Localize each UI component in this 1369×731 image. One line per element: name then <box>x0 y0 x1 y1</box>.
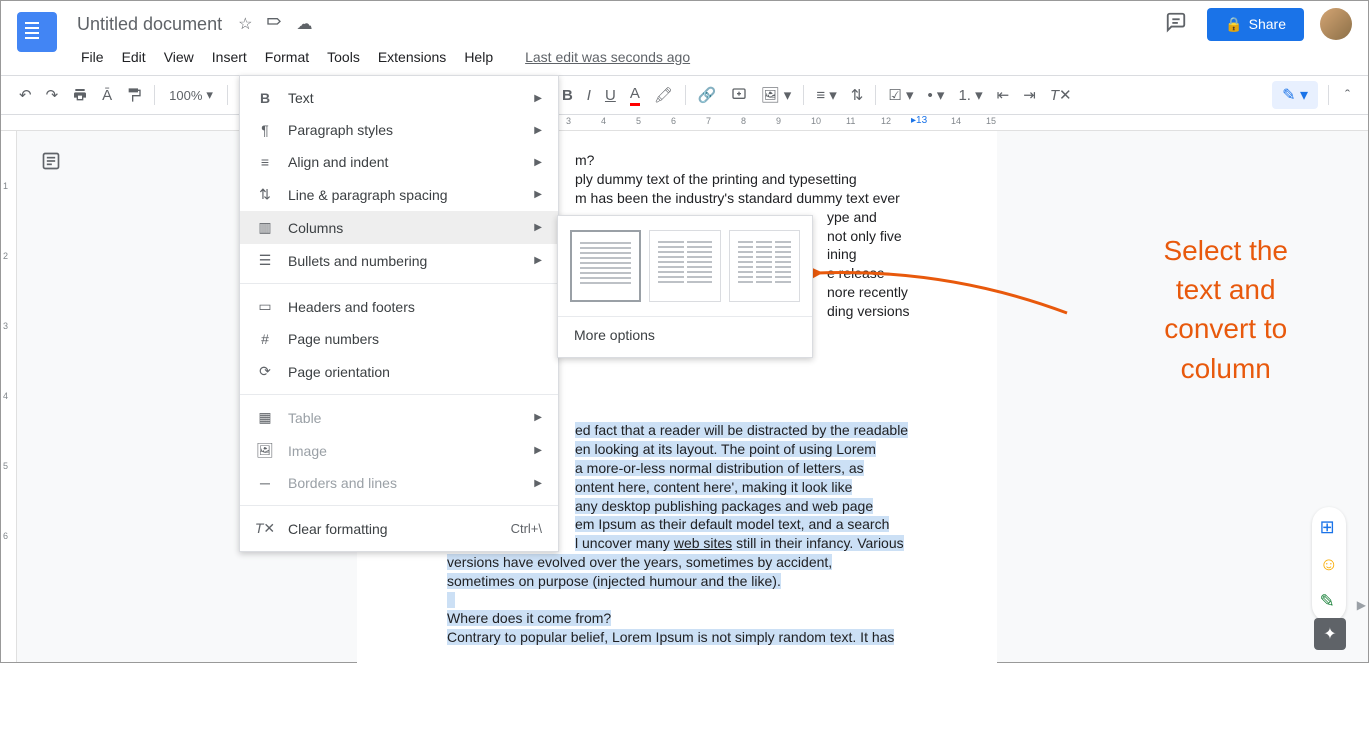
menu-page-orientation[interactable]: ⟳Page orientation <box>240 355 558 388</box>
suggest-edits-icon[interactable]: ✎ <box>1320 591 1338 612</box>
menu-image: 🖼Image▶ <box>240 434 558 467</box>
menu-format[interactable]: Format <box>259 45 315 69</box>
undo-icon[interactable]: ↶ <box>13 82 38 108</box>
menu-line-spacing[interactable]: ⇅Line & paragraph spacing▶ <box>240 178 558 211</box>
add-comment-icon[interactable] <box>725 83 753 107</box>
clear-formatting-icon[interactable]: T✕ <box>1044 82 1078 108</box>
menu-paragraph-styles[interactable]: ¶Paragraph styles▶ <box>240 114 558 146</box>
horizontal-ruler[interactable]: 1 2 3 4 5 6 7 8 9 10 11 12 ▸13 14 15 <box>1 115 1368 131</box>
share-button[interactable]: 🔒 Share <box>1207 8 1304 41</box>
menu-table: ▦Table▶ <box>240 401 558 434</box>
menu-file[interactable]: File <box>75 45 110 69</box>
menu-extensions[interactable]: Extensions <box>372 45 452 69</box>
bulleted-list-icon[interactable]: • ▾ <box>922 82 951 108</box>
account-avatar[interactable] <box>1320 8 1352 40</box>
menu-clear-formatting[interactable]: T✕Clear formattingCtrl+\ <box>240 512 558 545</box>
lock-icon: 🔒 <box>1225 16 1242 33</box>
highlight-icon[interactable]: 🖍 <box>648 82 679 108</box>
explore-button[interactable]: ✦ <box>1314 618 1346 650</box>
menu-help[interactable]: Help <box>458 45 499 69</box>
star-icon[interactable]: ☆ <box>238 14 252 35</box>
columns-option-2[interactable] <box>649 230 720 302</box>
columns-more-options[interactable]: More options <box>570 317 800 357</box>
emoji-reaction-icon[interactable]: ☺ <box>1320 554 1338 575</box>
columns-option-3[interactable] <box>729 230 800 302</box>
text-color-icon[interactable]: A <box>624 81 646 110</box>
insert-image-icon[interactable]: 🖼 ▾ <box>755 82 798 108</box>
menu-insert[interactable]: Insert <box>206 45 253 69</box>
align-icon[interactable]: ≡ ▾ <box>810 82 842 108</box>
italic-icon[interactable]: I <box>581 83 597 108</box>
comment-history-icon[interactable] <box>1165 11 1187 38</box>
menu-view[interactable]: View <box>158 45 200 69</box>
menu-columns[interactable]: ▥Columns▶ <box>240 211 558 244</box>
columns-submenu: More options <box>557 215 813 358</box>
scroll-right-icon[interactable]: ▶ <box>1357 598 1366 612</box>
menu-edit[interactable]: Edit <box>116 45 152 69</box>
decrease-indent-icon[interactable]: ⇤ <box>991 82 1016 108</box>
zoom-select[interactable]: 100% ▾ <box>161 83 221 107</box>
menu-headers-footers[interactable]: ▭Headers and footers <box>240 290 558 323</box>
menu-bullets-numbering[interactable]: ☰Bullets and numbering▶ <box>240 244 558 277</box>
numbered-list-icon[interactable]: 1. ▾ <box>952 82 988 108</box>
add-comment-side-icon[interactable]: ⊞ <box>1320 517 1338 538</box>
editing-mode-button[interactable]: ✎ ▾ <box>1272 81 1318 109</box>
paint-format-icon[interactable] <box>120 83 148 107</box>
spellcheck-icon[interactable]: Ā <box>96 83 118 108</box>
move-icon[interactable] <box>266 14 282 35</box>
menu-borders-lines: ─Borders and lines▶ <box>240 467 558 499</box>
insert-link-icon[interactable]: 🔗 <box>692 82 723 108</box>
document-title[interactable]: Untitled document <box>77 14 222 35</box>
docs-logo-icon[interactable] <box>17 12 57 52</box>
menu-text[interactable]: BText▶ <box>240 82 558 114</box>
format-dropdown-menu: BText▶ ¶Paragraph styles▶ ≡Align and ind… <box>239 75 559 552</box>
menu-page-numbers[interactable]: #Page numbers <box>240 323 558 355</box>
vertical-ruler[interactable]: 1 2 3 4 5 6 <box>1 131 17 662</box>
bold-icon[interactable]: B <box>556 83 579 108</box>
annotation-text: Select the text and convert to column <box>1163 231 1288 388</box>
toolbar: ↶ ↷ Ā 100% ▾ B I U A 🖍 🔗 🖼 ▾ ≡ ▾ ⇅ ☑ ▾ •… <box>1 75 1368 115</box>
last-edit-link[interactable]: Last edit was seconds ago <box>519 45 696 69</box>
side-tools: ⊞ ☺ ✎ <box>1312 507 1346 622</box>
checklist-icon[interactable]: ☑ ▾ <box>882 82 919 108</box>
columns-option-1[interactable] <box>570 230 641 302</box>
print-icon[interactable] <box>66 83 94 107</box>
hide-menus-icon[interactable]: ˆ <box>1339 83 1356 108</box>
document-outline-icon[interactable] <box>41 151 61 176</box>
line-spacing-icon[interactable]: ⇅ <box>845 82 870 108</box>
increase-indent-icon[interactable]: ⇥ <box>1017 82 1042 108</box>
underline-icon[interactable]: U <box>599 83 622 108</box>
cloud-status-icon[interactable]: ☁ <box>296 14 312 35</box>
menu-tools[interactable]: Tools <box>321 45 366 69</box>
menu-align-indent[interactable]: ≡Align and indent▶ <box>240 146 558 178</box>
redo-icon[interactable]: ↷ <box>40 82 65 108</box>
